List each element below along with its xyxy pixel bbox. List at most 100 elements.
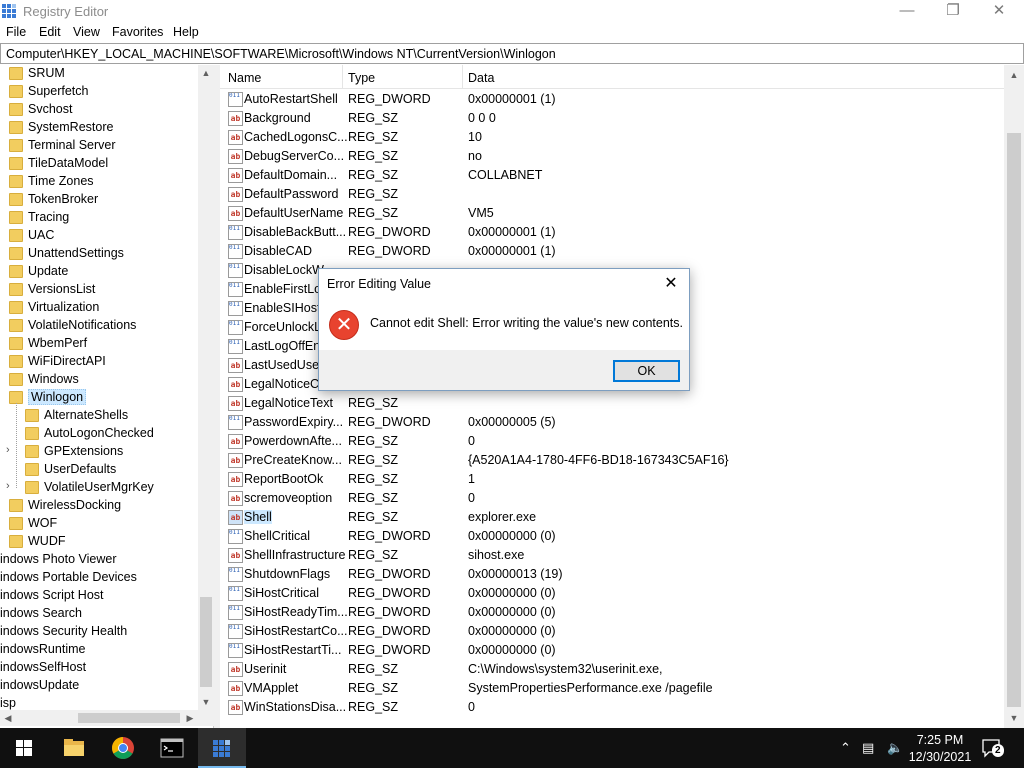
scroll-up-icon[interactable]: ▲ — [198, 65, 214, 81]
value-row[interactable]: 011 110SiHostCritical REG_DWORD 0x00000000… — [220, 584, 1004, 603]
menu-edit[interactable]: Edit — [39, 25, 61, 39]
show-hidden-icons-icon[interactable]: ⌃ — [840, 740, 851, 756]
tree-item[interactable]: indows Script Host — [0, 587, 213, 605]
tree-item[interactable]: › GPExtensions — [0, 443, 213, 461]
menu-favorites[interactable]: Favorites — [112, 25, 163, 39]
tree-hscroll-thumb[interactable] — [78, 713, 180, 723]
tree-item[interactable]: AlternateShells — [0, 407, 213, 425]
taskbar-chrome[interactable] — [99, 728, 147, 768]
value-row[interactable]: ab DebugServerCo... REG_SZ no — [220, 147, 1004, 166]
volume-icon[interactable]: 🔈 — [887, 740, 903, 756]
tree-item[interactable]: UserDefaults — [0, 461, 213, 479]
value-row[interactable]: ab PreCreateKnow... REG_SZ {A520A1A4-1780-4… — [220, 451, 1004, 470]
taskbar-command-prompt[interactable] — [148, 728, 196, 768]
scroll-right-icon[interactable]: ▶ — [182, 710, 198, 726]
scroll-left-icon[interactable]: ◀ — [0, 710, 16, 726]
tree-item[interactable]: TileDataModel — [0, 155, 213, 173]
value-row[interactable]: ab Shell REG_SZ explorer.exe — [220, 508, 1004, 527]
clock-time[interactable]: 7:25 PM — [914, 733, 966, 747]
tree-item[interactable]: SRUM — [0, 65, 213, 83]
value-row[interactable]: ab Background REG_SZ 0 0 0 — [220, 109, 1004, 128]
expand-chevron-icon[interactable]: › — [6, 444, 10, 456]
close-button[interactable]: ✕ — [976, 0, 1022, 23]
tree-item[interactable]: › VolatileUserMgrKey — [0, 479, 213, 497]
tree-item[interactable]: Superfetch — [0, 83, 213, 101]
value-row[interactable]: 011 110AutoRestartShell REG_DWORD 0x000000… — [220, 90, 1004, 109]
value-row[interactable]: ab VMApplet REG_SZ SystemPropertiesPerforma… — [220, 679, 1004, 698]
tree-item[interactable]: Time Zones — [0, 173, 213, 191]
tree-item[interactable]: Terminal Server — [0, 137, 213, 155]
ok-button[interactable]: OK — [613, 360, 680, 382]
value-row[interactable]: 011 110DisableCAD REG_DWORD 0x00000001 (1) — [220, 242, 1004, 261]
expand-chevron-icon[interactable]: › — [6, 480, 10, 492]
tree-item[interactable]: indowsRuntime — [0, 641, 213, 659]
value-row[interactable]: ab ReportBootOk REG_SZ 1 — [220, 470, 1004, 489]
tree-item[interactable]: WirelessDocking — [0, 497, 213, 515]
tree-item[interactable]: SystemRestore — [0, 119, 213, 137]
tree-item[interactable]: VersionsList — [0, 281, 213, 299]
value-row[interactable]: 011 110ShutdownFlags REG_DWORD 0x00000013 … — [220, 565, 1004, 584]
taskbar-file-explorer[interactable] — [50, 728, 98, 768]
tree-item[interactable]: indowsUpdate — [0, 677, 213, 695]
tree-item[interactable]: UAC — [0, 227, 213, 245]
address-path[interactable]: Computer\HKEY_LOCAL_MACHINE\SOFTWARE\Mic… — [6, 47, 556, 61]
tree-item[interactable]: Svchost — [0, 101, 213, 119]
menu-view[interactable]: View — [73, 25, 100, 39]
column-name[interactable]: Name — [228, 71, 261, 85]
value-row[interactable]: ab scremoveoption REG_SZ 0 — [220, 489, 1004, 508]
restore-button[interactable]: ❐ — [930, 0, 976, 23]
value-row[interactable]: 011 110SiHostReadyTim...REG_DWORD 0x00000… — [220, 603, 1004, 622]
tree-vertical-scrollbar[interactable]: ▲ ▼ — [198, 65, 214, 710]
dialog-close-icon[interactable]: ✕ — [659, 273, 683, 295]
value-row[interactable]: ab DefaultUserName REG_SZ VM5 — [220, 204, 1004, 223]
value-row[interactable]: 011 110SiHostRestartTi... REG_DWORD 0x0000… — [220, 641, 1004, 660]
scroll-up-icon[interactable]: ▲ — [1006, 67, 1022, 83]
tree-item[interactable]: WOF — [0, 515, 213, 533]
column-divider[interactable] — [342, 65, 343, 89]
minimize-button[interactable]: — — [884, 0, 930, 23]
tree-item[interactable]: Virtualization — [0, 299, 213, 317]
tree-item[interactable]: Update — [0, 263, 213, 281]
list-scroll-thumb[interactable] — [1007, 133, 1021, 707]
key-tree[interactable]: SRUM Superfetch Svchost SystemRestore Termin… — [0, 65, 214, 728]
value-row[interactable]: ab WinStationsDisa... REG_SZ 0 — [220, 698, 1004, 717]
tree-item[interactable]: Tracing — [0, 209, 213, 227]
tree-item[interactable]: UnattendSettings — [0, 245, 213, 263]
tree-item[interactable]: WbemPerf — [0, 335, 213, 353]
column-divider[interactable] — [462, 65, 463, 89]
tree-horizontal-scrollbar[interactable]: ◀ ▶ — [0, 710, 214, 726]
value-row[interactable]: ab DefaultDomain... REG_SZ COLLABNET — [220, 166, 1004, 185]
tree-item[interactable]: Windows — [0, 371, 213, 389]
value-row[interactable]: 011 110DisableBackButt...REG_DWORD 0x0000… — [220, 223, 1004, 242]
scroll-down-icon[interactable]: ▼ — [198, 694, 214, 710]
tree-item[interactable]: indows Search — [0, 605, 213, 623]
value-row[interactable]: 011 110ShellCritical REG_DWORD 0x00000000 … — [220, 527, 1004, 546]
tree-item[interactable]: indows Security Health — [0, 623, 213, 641]
column-data[interactable]: Data — [468, 71, 494, 85]
column-type[interactable]: Type — [348, 71, 375, 85]
value-row[interactable]: ab ShellInfrastructure REG_SZ sihost.exe — [220, 546, 1004, 565]
network-icon[interactable]: ▤ — [862, 740, 874, 756]
value-row[interactable]: 011 110PasswordExpiry... REG_DWORD 0x00000… — [220, 413, 1004, 432]
tree-item[interactable]: WiFiDirectAPI — [0, 353, 213, 371]
tree-item[interactable]: WUDF — [0, 533, 213, 551]
tree-item[interactable]: Winlogon — [0, 389, 213, 407]
tree-item[interactable]: indows Portable Devices — [0, 569, 213, 587]
values-list[interactable]: Name Type Data 011 110AutoRestartShellRE… — [220, 65, 1024, 728]
menu-file[interactable]: File — [6, 25, 26, 39]
menu-help[interactable]: Help — [173, 25, 199, 39]
value-row[interactable]: ab DefaultPassword REG_SZ — [220, 185, 1004, 204]
notifications-button[interactable]: 2 — [980, 736, 1004, 760]
address-bar[interactable]: Computer\HKEY_LOCAL_MACHINE\SOFTWARE\Mic… — [0, 43, 1024, 64]
tree-item[interactable]: AutoLogonChecked — [0, 425, 213, 443]
tree-item[interactable]: TokenBroker — [0, 191, 213, 209]
tree-scroll-thumb[interactable] — [200, 597, 212, 687]
value-row[interactable]: ab PowerdownAfte... REG_SZ 0 — [220, 432, 1004, 451]
value-row[interactable]: ab CachedLogonsC... REG_SZ 10 — [220, 128, 1004, 147]
value-row[interactable]: ab LegalNoticeText REG_SZ — [220, 394, 1004, 413]
value-row[interactable]: ab Userinit REG_SZ C:\Windows\system32\user… — [220, 660, 1004, 679]
start-button[interactable] — [0, 728, 48, 768]
list-vertical-scrollbar[interactable]: ▲ ▼ — [1004, 65, 1024, 728]
tree-item[interactable]: indows Photo Viewer — [0, 551, 213, 569]
tree-item[interactable]: VolatileNotifications — [0, 317, 213, 335]
